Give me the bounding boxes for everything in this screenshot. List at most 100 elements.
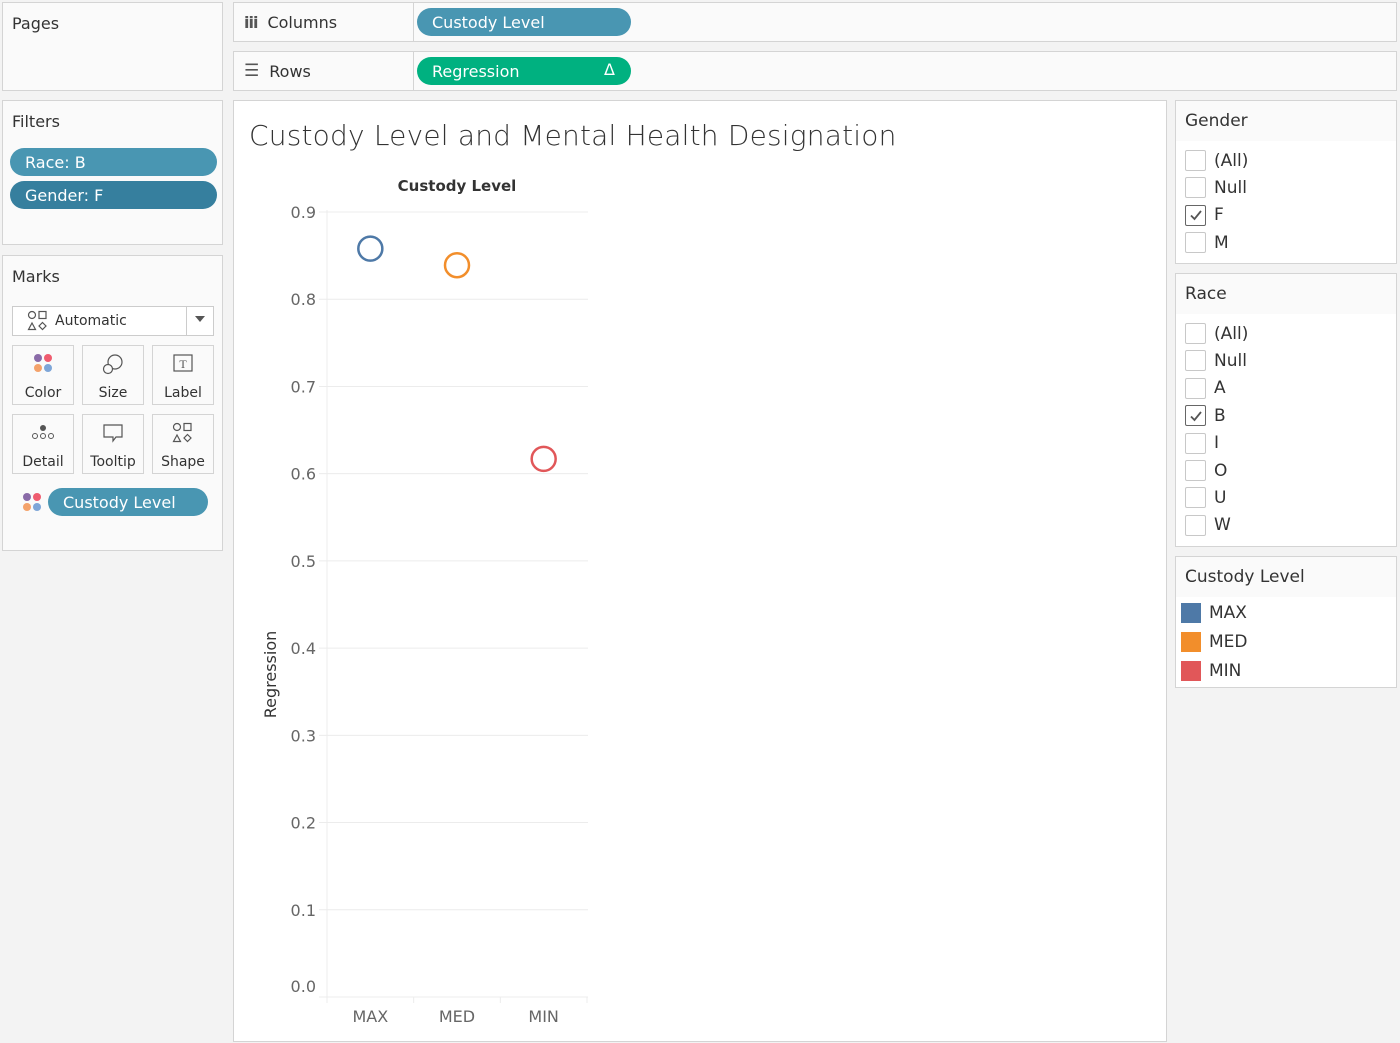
gender-filter-option[interactable]: (All) [1185,150,1248,171]
legend-label: MED [1209,632,1248,652]
checkbox[interactable] [1185,232,1206,254]
y-tick-label: 0.6 [291,465,316,484]
marks-detail-button[interactable]: Detail [12,414,74,474]
legend-item[interactable]: MED [1181,632,1248,652]
checkmark-icon [1189,210,1202,221]
option-label: I [1214,433,1220,454]
option-label: W [1214,515,1231,536]
option-label: A [1214,378,1226,399]
checkbox[interactable] [1185,432,1206,454]
data-point-med[interactable] [443,251,471,279]
columns-shelf[interactable]: iii Columns Custody Level [233,2,1397,42]
tooltip-icon [103,424,123,443]
y-tick-label: 0.2 [291,814,316,833]
option-label: Null [1214,177,1247,198]
marks-label-button[interactable]: T Label [152,345,214,405]
gender-filter-option[interactable]: M [1185,232,1229,254]
option-label: O [1214,460,1228,481]
option-label: U [1214,487,1227,508]
y-tick-label: 0.0 [291,977,316,996]
x-tick-label: MED [439,1007,475,1026]
legend-swatch [1181,632,1201,652]
race-filter-option[interactable]: Null [1185,350,1247,372]
marks-shape-button[interactable]: Shape [152,414,214,474]
filters-title: Filters [12,112,60,131]
marks-title: Marks [12,267,60,286]
option-label: F [1214,205,1224,226]
race-filter-option[interactable]: A [1185,377,1226,399]
chart-view: Custody Level and Mental Health Designat… [233,100,1167,1042]
pages-shelf[interactable]: Pages [2,2,223,91]
marks-color-button[interactable]: Color [12,345,74,405]
color-field-pill[interactable]: Custody Level [48,488,208,516]
columns-pill-custody-level[interactable]: Custody Level [417,8,631,36]
rows-pill-regression[interactable]: Regression Δ [417,57,631,85]
checkbox[interactable] [1185,323,1206,344]
svg-text:T: T [179,357,187,371]
checkbox[interactable] [1185,487,1206,509]
checkbox[interactable] [1185,150,1206,171]
rows-shelf[interactable]: ☰ Rows Regression Δ [233,51,1397,91]
color-encoding-icon [23,493,41,511]
filter-pill-race[interactable]: Race: B [10,148,217,176]
table-calc-delta-icon: Δ [604,60,615,79]
shape-icon [172,422,192,443]
x-tick-label: MIN [528,1007,559,1026]
race-filter-option[interactable]: (All) [1185,323,1248,344]
checkbox[interactable] [1185,460,1206,481]
y-tick-label: 0.4 [291,639,316,658]
chevron-down-icon [195,316,205,322]
race-filter-option[interactable]: I [1185,432,1220,454]
marks-tooltip-button[interactable]: Tooltip [82,414,144,474]
gender-filter-option[interactable]: F [1185,204,1224,226]
race-filter-option[interactable]: B [1185,405,1226,427]
checkbox[interactable] [1185,177,1206,199]
race-filter-option[interactable]: O [1185,460,1227,481]
size-icon [102,354,123,375]
mark-type-dropdown[interactable]: Automatic [12,306,214,336]
legend-swatch [1181,603,1201,623]
y-tick-label: 0.5 [291,552,316,571]
checkmark-icon [1189,411,1202,422]
race-filter-title: Race [1176,274,1396,314]
scatter-chart: Custody Level 0.0 0.1 0.2 0.3 0.4 0.5 0.6 0.7 0.8… [261,177,588,1026]
automatic-shapes-icon [27,310,47,331]
gender-filter-option[interactable]: Null [1185,177,1247,199]
rows-icon: ☰ [244,61,260,81]
race-filter-card: Race (All) Null A B I O U W [1175,273,1397,547]
legend-item[interactable]: MIN [1181,661,1241,681]
data-point-min[interactable] [530,445,557,473]
columns-icon: iii [244,12,258,32]
y-tick-label: 0.8 [291,290,316,309]
filters-shelf[interactable]: Filters Race: B Gender: F [2,100,223,245]
race-filter-option[interactable]: W [1185,514,1231,536]
legend-swatch [1181,661,1201,681]
label-icon: T [173,354,193,372]
custody-level-legend: Custody Level MAX MED MIN [1175,556,1397,688]
y-axis-title: Regression [261,631,280,719]
gender-filter-card: Gender (All) Null F M [1175,100,1397,264]
option-label: (All) [1214,323,1249,344]
y-tick-label: 0.7 [291,377,316,396]
gender-filter-title: Gender [1176,101,1396,141]
rows-label: Rows [269,61,311,81]
checkbox[interactable] [1185,377,1206,399]
legend-title: Custody Level [1176,557,1396,597]
checkbox[interactable] [1185,514,1206,536]
option-label: M [1214,232,1229,253]
checkbox-checked[interactable] [1185,405,1206,427]
checkbox[interactable] [1185,350,1206,372]
race-filter-option[interactable]: U [1185,487,1227,509]
y-tick-label: 0.9 [291,203,316,222]
marks-size-button[interactable]: Size [82,345,144,405]
legend-label: MIN [1209,661,1242,681]
data-point-max[interactable] [357,235,384,262]
x-tick-label: MAX [352,1007,388,1026]
detail-icon [32,425,54,439]
color-icon [34,354,52,372]
mark-type-value: Automatic [55,313,127,329]
legend-item[interactable]: MAX [1181,603,1247,623]
checkbox-checked[interactable] [1185,204,1206,226]
y-tick-label: 0.1 [291,901,316,920]
filter-pill-gender[interactable]: Gender: F [10,181,217,209]
